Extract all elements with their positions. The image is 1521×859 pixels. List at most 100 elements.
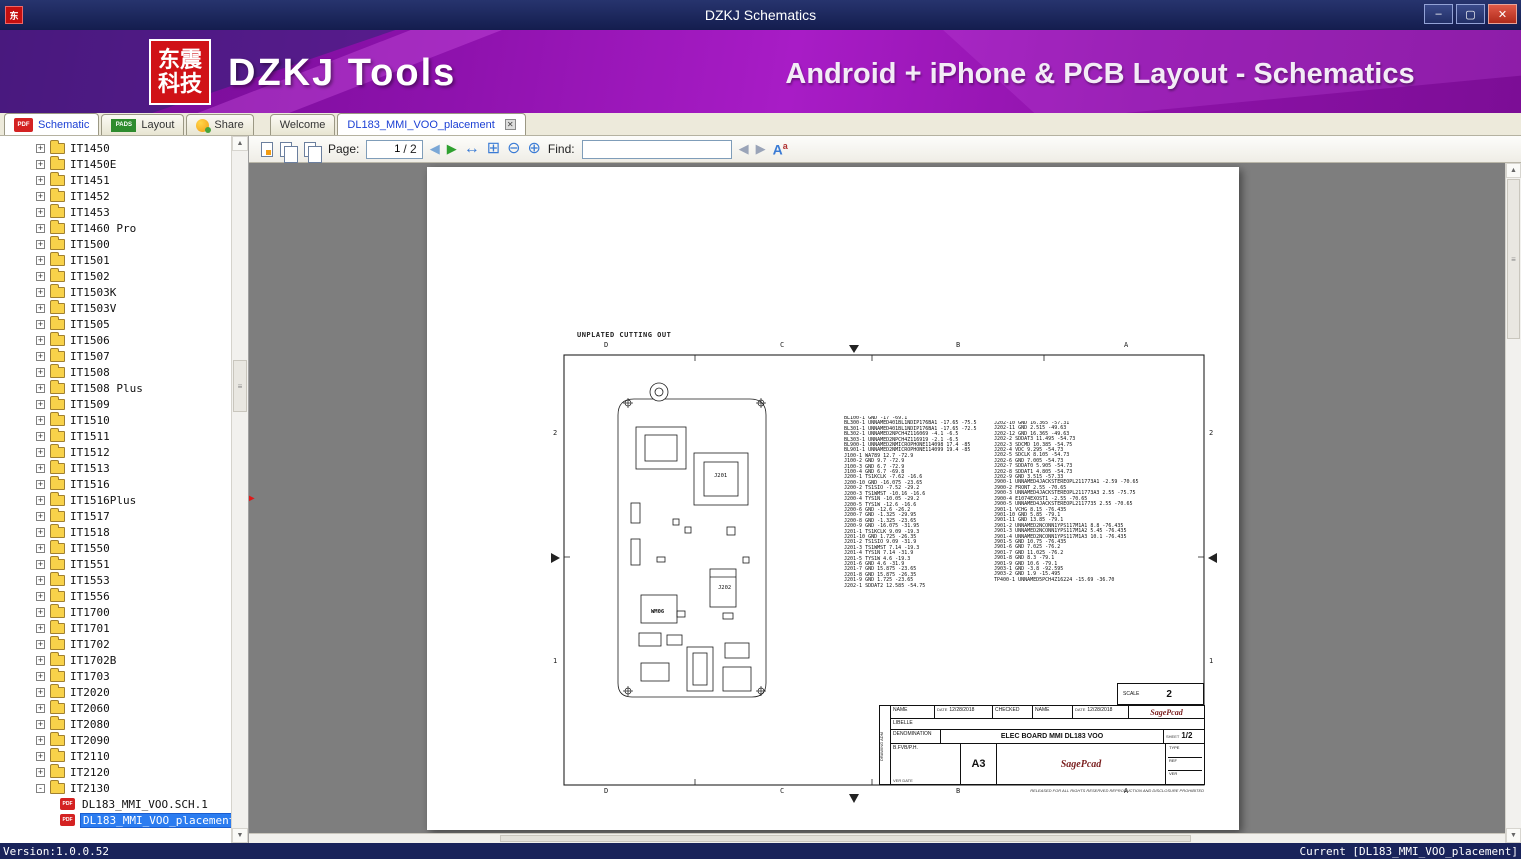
file-label-selected[interactable]: DL183_MMI_VOO_placement [80,812,231,828]
expand-icon[interactable]: + [36,351,45,361]
expand-icon[interactable]: + [36,767,45,777]
page-number-input[interactable] [372,143,401,155]
expand-icon[interactable]: + [36,399,45,409]
expand-icon[interactable]: + [36,623,45,633]
expand-icon[interactable]: + [36,159,45,169]
expand-icon[interactable]: + [36,143,45,153]
sidebar-folder-row[interactable]: + IT1450 [0,140,231,156]
expand-icon[interactable]: + [36,527,45,537]
sidebar-folder-row[interactable]: + IT1460 Pro [0,219,231,236]
tab-layout[interactable]: PADS Layout [101,114,185,135]
sidebar-folder-row[interactable]: + IT1701 [0,619,231,636]
sidebar-folder-row[interactable]: + IT2090 [0,731,231,748]
sidebar-folder-row[interactable]: + IT1501 [0,251,231,268]
close-button[interactable]: ✕ [1488,4,1517,24]
sidebar-folder-row[interactable]: + IT1453 [0,203,231,220]
tab-document[interactable]: DL183_MMI_VOO_placement ✕ [337,113,526,135]
expand-icon[interactable]: + [36,719,45,729]
two-page-view-icon[interactable] [280,141,298,163]
expand-icon[interactable]: + [36,383,45,393]
sidebar-folder-row[interactable]: + IT1700 [0,603,231,620]
expand-icon[interactable]: + [36,479,45,489]
expand-icon[interactable]: + [36,175,45,185]
scroll-up-icon[interactable]: ▲ [232,136,248,151]
expand-icon[interactable]: + [36,703,45,713]
expand-icon[interactable]: + [36,415,45,425]
expand-icon[interactable]: + [36,559,45,569]
sidebar-folder-row[interactable]: + IT1502 [0,267,231,284]
fit-page-icon[interactable]: ⊞ [487,141,500,157]
expand-icon[interactable]: - [36,783,45,793]
previous-page-icon[interactable]: ◀ [430,141,440,157]
minimize-button[interactable]: – [1424,4,1453,24]
sidebar-folder-row[interactable]: + IT1550 [0,539,231,556]
expand-icon[interactable]: + [36,575,45,585]
fit-width-icon[interactable]: ↔ [464,141,480,157]
tab-share[interactable]: Share [186,114,254,135]
scroll-down-icon[interactable]: ▼ [1506,828,1521,843]
sidebar-folder-row[interactable]: + IT2080 [0,715,231,732]
scrollbar-thumb[interactable]: ≡ [233,360,247,412]
expand-icon[interactable]: + [36,271,45,281]
sidebar-folder-row[interactable]: + IT2020 [0,683,231,700]
zoom-in-icon[interactable]: ⊕ [528,141,541,157]
close-tab-icon[interactable]: ✕ [504,119,516,130]
expand-icon[interactable]: + [36,511,45,521]
sidebar-folder-row[interactable]: + IT1508 Plus [0,379,231,396]
expand-icon[interactable]: + [36,463,45,473]
expand-icon[interactable]: + [36,607,45,617]
splitter-arrow-icon[interactable]: ▶ [249,493,255,504]
scroll-down-icon[interactable]: ▼ [232,828,248,843]
sidebar-folder-row[interactable]: + IT1702 [0,635,231,652]
sidebar-folder-row[interactable]: + IT1551 [0,555,231,572]
expand-icon[interactable]: + [36,207,45,217]
sidebar-folder-row[interactable]: + IT1702B [0,651,231,668]
expand-icon[interactable]: + [36,319,45,329]
sidebar-folder-row[interactable]: + IT1509 [0,395,231,412]
sidebar-folder-row[interactable]: + IT1452 [0,187,231,204]
expand-icon[interactable]: + [36,191,45,201]
sidebar-folder-row[interactable]: + IT2120 [0,763,231,780]
sidebar-folder-row[interactable]: + IT1703 [0,667,231,684]
tab-welcome[interactable]: Welcome [269,114,336,135]
expand-icon[interactable]: + [36,655,45,665]
zoom-out-icon[interactable]: ⊖ [507,141,520,157]
sidebar-folder-row[interactable]: + IT1516 [0,475,231,492]
sidebar-folder-row[interactable]: - IT2130 [0,779,231,796]
file-row[interactable]: PDF DL183_MMI_VOO.SCH.1 [0,796,231,812]
expand-icon[interactable]: + [36,687,45,697]
scrollbar-thumb[interactable] [500,835,1191,842]
find-previous-icon[interactable]: ◀ [739,141,749,157]
font-size-icon[interactable]: Aa [773,141,788,158]
expand-icon[interactable]: + [36,431,45,441]
expand-icon[interactable]: + [36,447,45,457]
sidebar-folder-row[interactable]: + IT2060 [0,699,231,716]
sidebar-folder-row[interactable]: + IT1511 [0,427,231,444]
sidebar-folder-row[interactable]: + IT2110 [0,747,231,764]
single-page-view-icon[interactable] [261,141,273,157]
sidebar-folder-row[interactable]: + IT1503K [0,283,231,300]
viewer-vertical-scrollbar[interactable]: ▲ ≡ ▼ [1505,163,1521,843]
sidebar-folder-row[interactable]: + IT1503V [0,299,231,316]
expand-icon[interactable]: + [36,735,45,745]
sidebar-folder-row[interactable]: + IT1506 [0,331,231,348]
sidebar-folder-row[interactable]: + IT1512 [0,443,231,460]
expand-icon[interactable]: + [36,255,45,265]
sidebar-scrollbar[interactable]: ▲ ≡ ▼ [231,136,248,843]
expand-icon[interactable]: + [36,543,45,553]
sidebar-folder-row[interactable]: + IT1518 [0,523,231,540]
sidebar-folder-row[interactable]: + IT1553 [0,571,231,588]
expand-icon[interactable]: + [36,303,45,313]
scroll-up-icon[interactable]: ▲ [1506,163,1521,178]
expand-icon[interactable]: + [36,367,45,377]
expand-icon[interactable]: + [36,751,45,761]
viewer-horizontal-scrollbar[interactable] [249,833,1505,843]
sidebar-folder-row[interactable]: + IT1500 [0,235,231,252]
expand-icon[interactable]: + [36,335,45,345]
multi-page-view-icon[interactable] [304,141,322,163]
expand-icon[interactable]: + [36,591,45,601]
sidebar-folder-row[interactable]: + IT1556 [0,587,231,604]
tab-schematic[interactable]: PDF Schematic [4,113,100,135]
expand-icon[interactable]: + [36,671,45,681]
sidebar-folder-row[interactable]: + IT1450E [0,155,231,172]
